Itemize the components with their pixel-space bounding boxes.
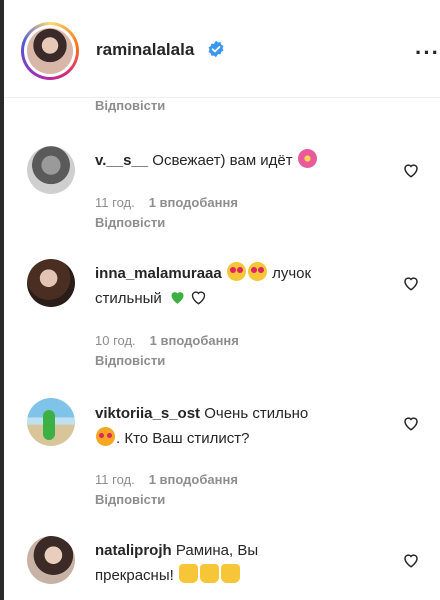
- comment-time: 10 год.: [95, 333, 136, 348]
- white-heart-emoji: [191, 291, 206, 305]
- avatar-image: [27, 28, 73, 74]
- commenter-avatar[interactable]: [27, 536, 75, 584]
- comment-text: Очень стильно: [204, 405, 309, 422]
- commenter-avatar[interactable]: [27, 398, 75, 446]
- comment-text: Освежает) вам идёт: [152, 152, 293, 169]
- header-username[interactable]: raminalalala: [96, 40, 194, 60]
- heart-eyes-emoji: [247, 262, 267, 281]
- commenter-username[interactable]: v.__s__: [95, 152, 148, 169]
- comment-text: лучок: [272, 265, 312, 282]
- commenter-username[interactable]: viktoriia_s_ost: [95, 405, 200, 422]
- comment-text-line2: прекрасны!: [95, 567, 174, 584]
- reply-link[interactable]: Відповісти: [95, 98, 165, 113]
- comment-text-line2: стильный: [95, 290, 162, 307]
- comment-text: Рамина, Вы: [175, 542, 259, 559]
- reply-link[interactable]: Відповісти: [95, 353, 165, 368]
- green-heart-emoji: [171, 292, 184, 304]
- comment-time: 11 год.: [95, 472, 135, 487]
- like-heart-icon[interactable]: [402, 274, 420, 292]
- post-header: raminalalala ···: [4, 0, 440, 98]
- like-heart-icon[interactable]: [402, 161, 420, 179]
- commenter-username[interactable]: nataliprojh: [95, 542, 172, 559]
- profile-avatar[interactable]: [21, 22, 79, 80]
- comment-likes[interactable]: 1 вподобання: [149, 195, 238, 210]
- like-heart-icon[interactable]: [402, 414, 420, 432]
- more-options-icon[interactable]: ···: [415, 40, 440, 66]
- reply-link[interactable]: Відповісти: [95, 492, 165, 507]
- commenter-username[interactable]: inna_malamuraaa: [95, 265, 222, 282]
- like-heart-icon[interactable]: [402, 551, 420, 569]
- thumbs-up-emoji: [178, 564, 198, 583]
- verified-badge-icon: [208, 40, 224, 58]
- thumbs-up-emoji: [199, 564, 219, 583]
- reply-link[interactable]: Відповісти: [95, 215, 165, 230]
- flower-emoji: [297, 149, 317, 168]
- thumbs-up-emoji: [220, 564, 240, 583]
- heart-eyes-cat-emoji: [96, 427, 115, 446]
- heart-eyes-emoji: [226, 262, 246, 281]
- comment-likes[interactable]: 1 вподобання: [150, 333, 239, 348]
- comment-likes[interactable]: 1 вподобання: [149, 472, 238, 487]
- commenter-avatar[interactable]: [27, 259, 75, 307]
- comment-time: 11 год.: [95, 195, 135, 210]
- commenter-avatar[interactable]: [27, 146, 75, 194]
- comment-text-line2: . Кто Ваш стилист?: [116, 430, 250, 447]
